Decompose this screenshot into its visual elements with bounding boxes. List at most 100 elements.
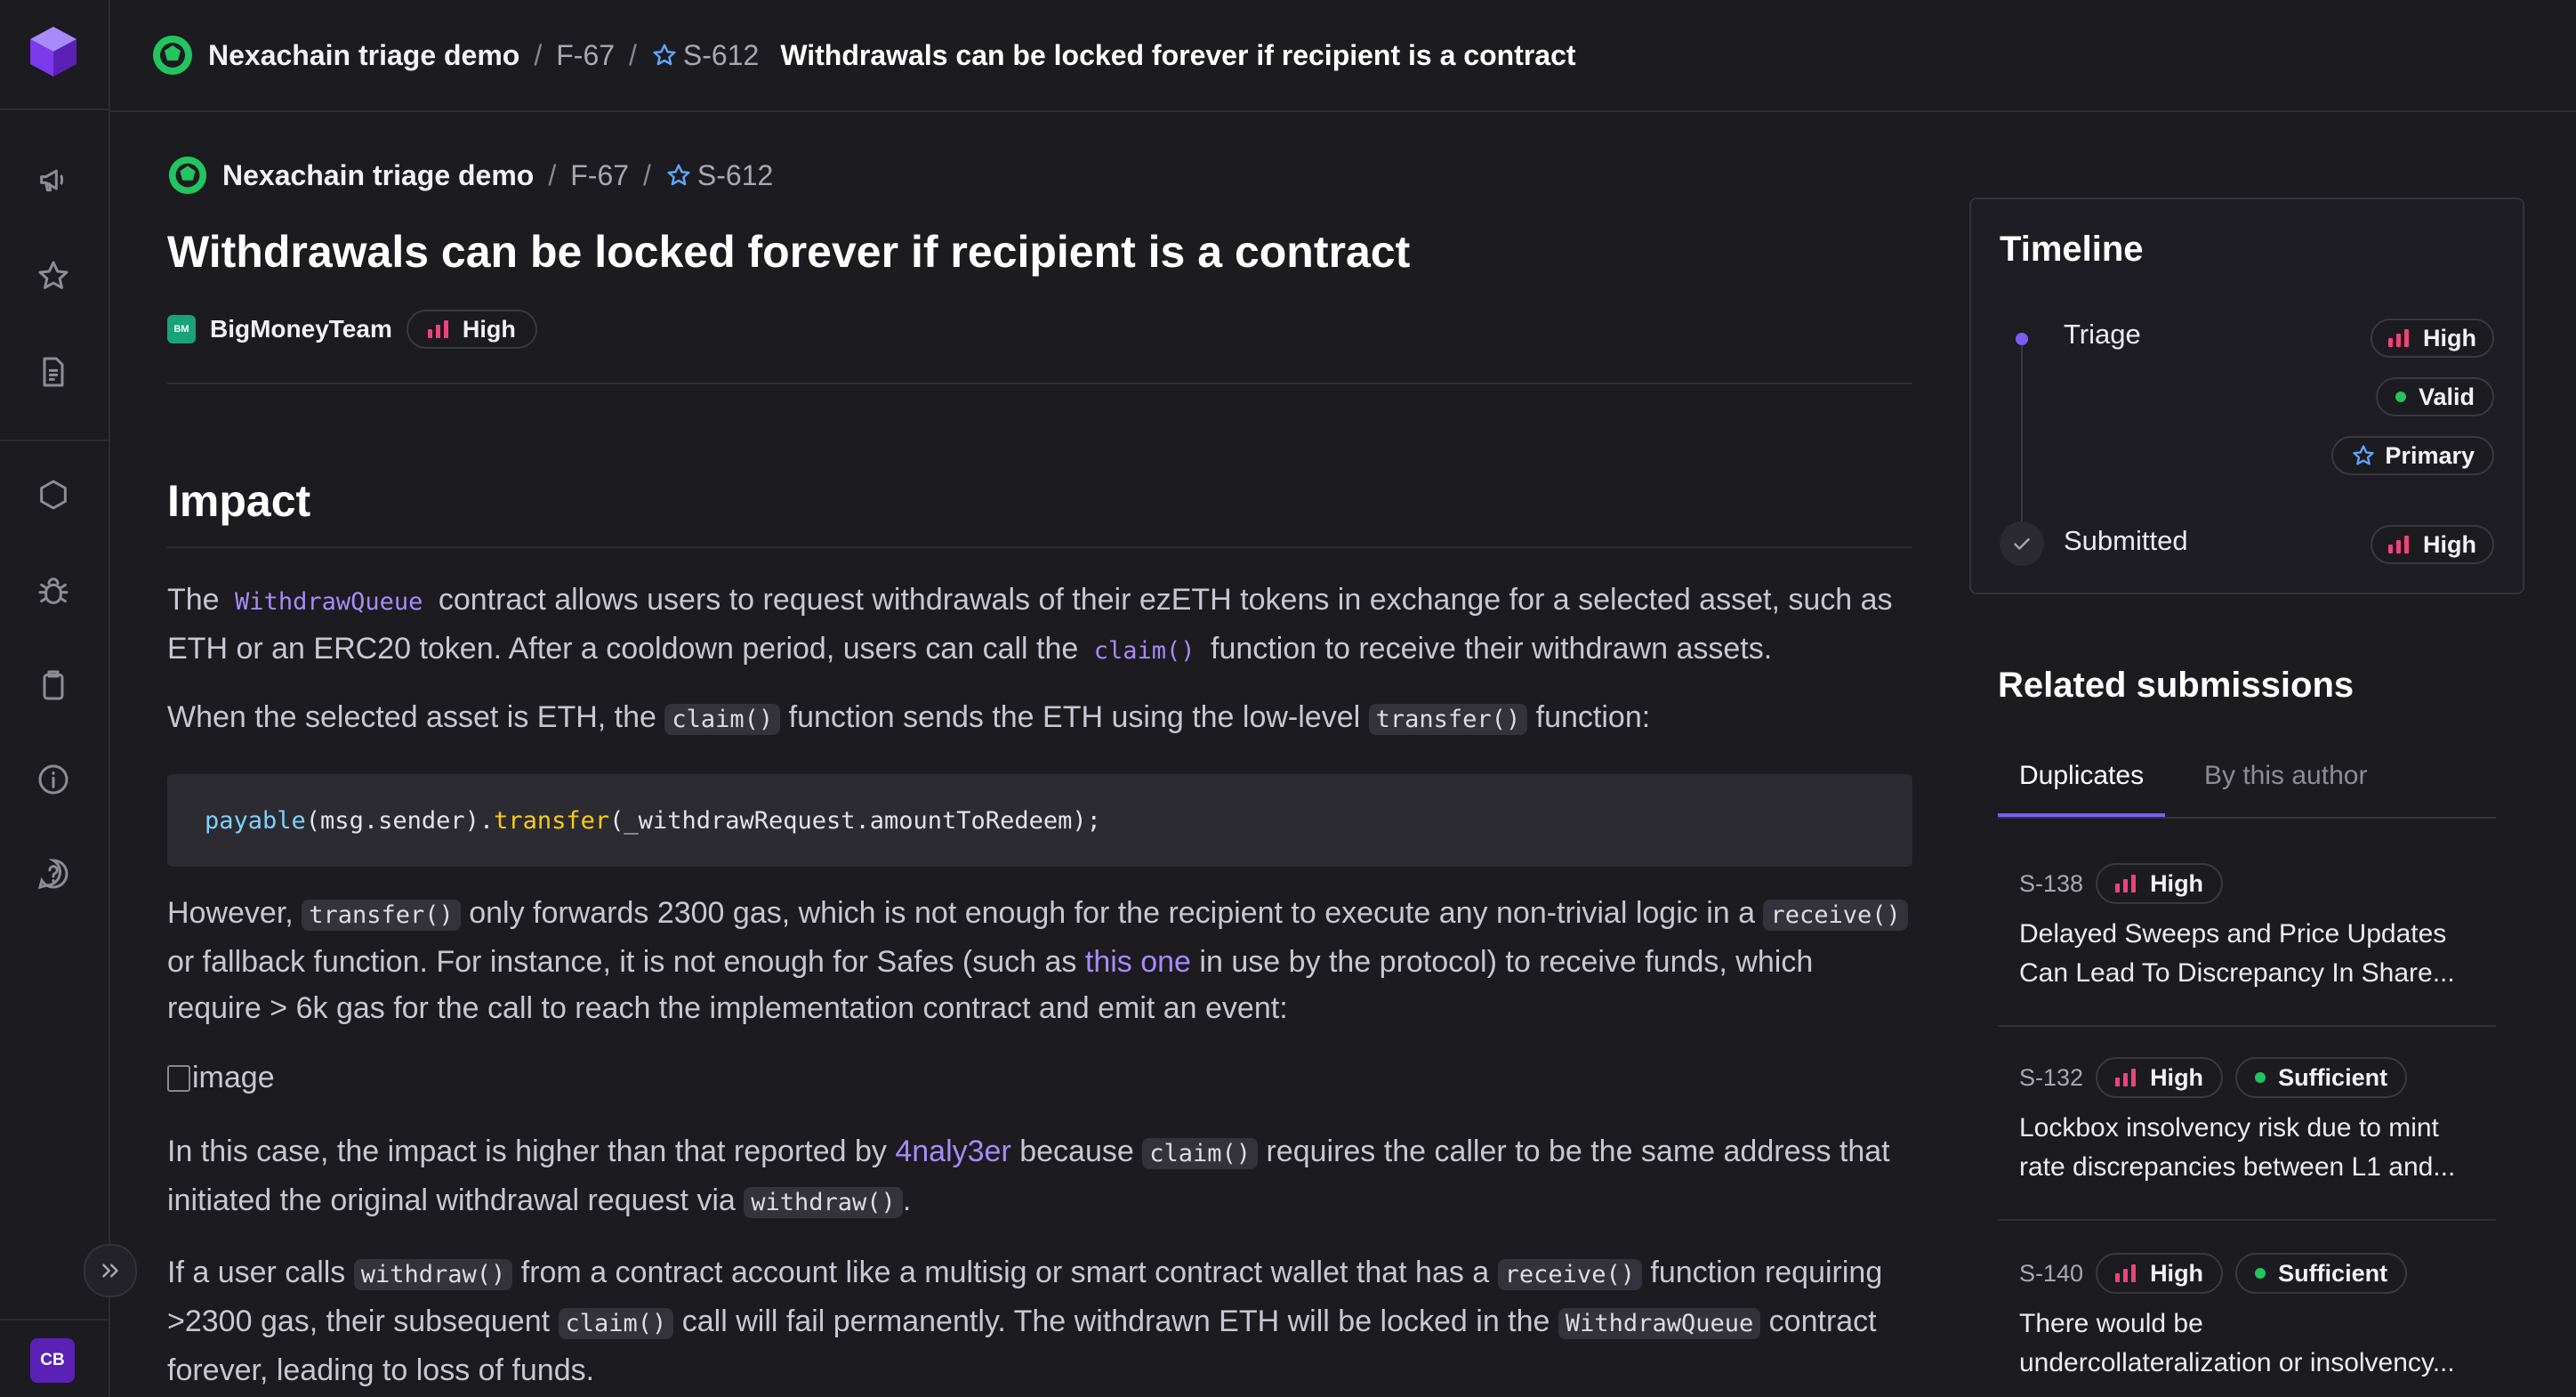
related-submission-item[interactable]: S-140 High Sufficient There would be unde… <box>1998 1253 2496 1395</box>
divider <box>1998 1219 2496 1221</box>
inline-code: claim() <box>664 704 781 735</box>
status-badge: Sufficient <box>2235 1253 2408 1294</box>
submission-title: Lockbox insolvency risk due to mint rate … <box>2019 1113 2456 1182</box>
page-title: Withdrawals can be locked forever if rec… <box>167 227 1411 277</box>
inline-code: receive() <box>1497 1259 1642 1290</box>
triage-status-badge: Primary <box>2331 436 2494 475</box>
tab-by-this-author[interactable]: By this author <box>2190 753 2381 817</box>
timeline-submitted-label: Submitted <box>2064 525 2188 556</box>
timeline-triage-label: Triage <box>2064 319 2141 350</box>
severity-bars-icon <box>427 320 448 338</box>
related-submission-item[interactable]: S-138 High Delayed Sweeps and Price Upda… <box>1998 863 2496 1027</box>
impact-paragraph-4: In this case, the impact is higher than … <box>167 1135 1890 1218</box>
related-tabs: Duplicates By this author <box>1998 753 2496 819</box>
star-icon[interactable] <box>34 256 73 295</box>
triage-validity-badge: Valid <box>2375 377 2494 416</box>
breadcrumb-separator: / <box>643 158 651 191</box>
related-submissions-title: Related submissions <box>1998 666 2355 705</box>
inline-code: claim() <box>558 1308 674 1339</box>
author-link[interactable]: 4naly3er <box>895 1135 1010 1168</box>
impact-heading: Impact <box>167 476 311 526</box>
submitted-severity-badge: High <box>2371 525 2494 564</box>
tab-duplicates[interactable]: Duplicates <box>1998 753 2166 817</box>
star-icon <box>2353 445 2375 465</box>
breadcrumb-finding[interactable]: F-67 <box>570 159 629 192</box>
triage-severity-badge: High <box>2371 319 2494 358</box>
inline-code: WithdrawQueue <box>1558 1308 1761 1339</box>
code-block[interactable]: payable (msg.sender). transfer (_withdrawRe… <box>167 774 1912 867</box>
team-name[interactable]: BigMoneyTeam <box>210 315 392 343</box>
topbar-title: Withdrawals can be locked forever if rec… <box>780 38 1576 71</box>
hexagon-icon[interactable] <box>34 475 73 514</box>
inline-code: transfer() <box>1368 704 1528 735</box>
inline-code: withdraw() <box>744 1187 903 1218</box>
breadcrumb-separator: / <box>548 158 557 191</box>
divider <box>1998 1025 2496 1027</box>
inline-code: WithdrawQueue <box>235 588 423 616</box>
impact-paragraph-3: However, transfer() only forwards 2300 g… <box>167 890 1912 1031</box>
submission-title: There would be undercollateralization or … <box>2019 1309 2455 1377</box>
broken-image: image <box>167 1061 275 1095</box>
breadcrumb: Nexachain triage demo / F-67 / S-612 <box>167 155 773 196</box>
report-meta: BM BigMoneyTeam High <box>167 310 537 349</box>
bug-icon[interactable] <box>34 571 73 610</box>
breadcrumb-project[interactable]: Nexachain triage demo <box>222 159 534 192</box>
breadcrumb-separator: / <box>534 38 543 71</box>
user-avatar[interactable]: CB <box>30 1338 75 1383</box>
impact-paragraph-2: When the selected asset is ETH, the clai… <box>167 700 1651 735</box>
status-dot-icon <box>2255 1268 2266 1279</box>
inline-code: withdraw() <box>353 1259 513 1290</box>
this-one-link[interactable]: this one <box>1085 945 1191 979</box>
severity-badge: High <box>2096 863 2224 904</box>
severity-bars-icon <box>2115 1069 2137 1086</box>
severity-bars-icon <box>2388 536 2409 553</box>
help-icon[interactable] <box>34 854 73 893</box>
inline-code: receive() <box>1763 900 1908 931</box>
impact-paragraph-1: The WithdrawQueue contract allows users … <box>167 583 1893 666</box>
status-dot-icon <box>2395 392 2406 402</box>
divider <box>167 546 1912 548</box>
submission-id: S-140 <box>2019 1259 2084 1287</box>
project-logo-icon <box>153 36 192 75</box>
severity-badge: High <box>406 310 537 349</box>
related-submission-item[interactable]: S-132 High Sufficient Lockbox insolvency… <box>1998 1057 2496 1221</box>
info-icon[interactable] <box>34 760 73 799</box>
check-icon <box>2000 521 2044 566</box>
star-icon <box>653 44 676 66</box>
team-logo: BM <box>167 315 196 343</box>
breadcrumb-separator: / <box>629 38 637 71</box>
submission-id: S-138 <box>2019 869 2084 897</box>
severity-bars-icon <box>2115 875 2137 892</box>
breadcrumb-submission[interactable]: S-612 <box>697 159 773 192</box>
inline-code: claim() <box>1142 1138 1259 1169</box>
submission-id: S-132 <box>2019 1063 2084 1091</box>
breadcrumb-finding[interactable]: F-67 <box>556 39 615 72</box>
severity-badge: High <box>2096 1253 2224 1294</box>
project-logo-icon <box>168 156 207 195</box>
double-chevron-right-icon <box>102 1264 118 1278</box>
document-icon[interactable] <box>34 352 73 392</box>
severity-bars-icon <box>2388 329 2409 347</box>
star-icon <box>667 164 690 186</box>
status-dot-icon <box>2255 1072 2266 1083</box>
severity-bars-icon <box>2115 1264 2137 1282</box>
timeline-line <box>2021 340 2023 532</box>
timeline-title: Timeline <box>2000 230 2144 269</box>
timeline-dot <box>2016 333 2028 345</box>
sidebar: CB <box>0 0 110 1397</box>
breadcrumb-project[interactable]: Nexachain triage demo <box>208 39 519 72</box>
expand-sidebar-button[interactable] <box>84 1244 137 1297</box>
app-logo-icon[interactable] <box>25 23 82 80</box>
inline-code: transfer() <box>302 900 461 931</box>
breadcrumb-submission[interactable]: S-612 <box>683 39 759 72</box>
timeline-panel: Timeline Triage High Valid Primary Submi… <box>1969 198 2524 594</box>
submission-title: Delayed Sweeps and Price Updates Can Lead… <box>2019 919 2455 988</box>
severity-badge: High <box>2096 1057 2224 1098</box>
impact-paragraph-5: If a user calls withdraw() from a contra… <box>167 1256 1883 1387</box>
severity-label: High <box>462 315 516 343</box>
top-bar: Nexachain triage demo / F-67 / S-612 Wit… <box>110 0 2576 112</box>
clipboard-icon[interactable] <box>34 666 73 705</box>
megaphone-icon[interactable] <box>34 160 73 199</box>
broken-image-icon <box>167 1064 190 1092</box>
inline-code: claim() <box>1093 637 1195 665</box>
